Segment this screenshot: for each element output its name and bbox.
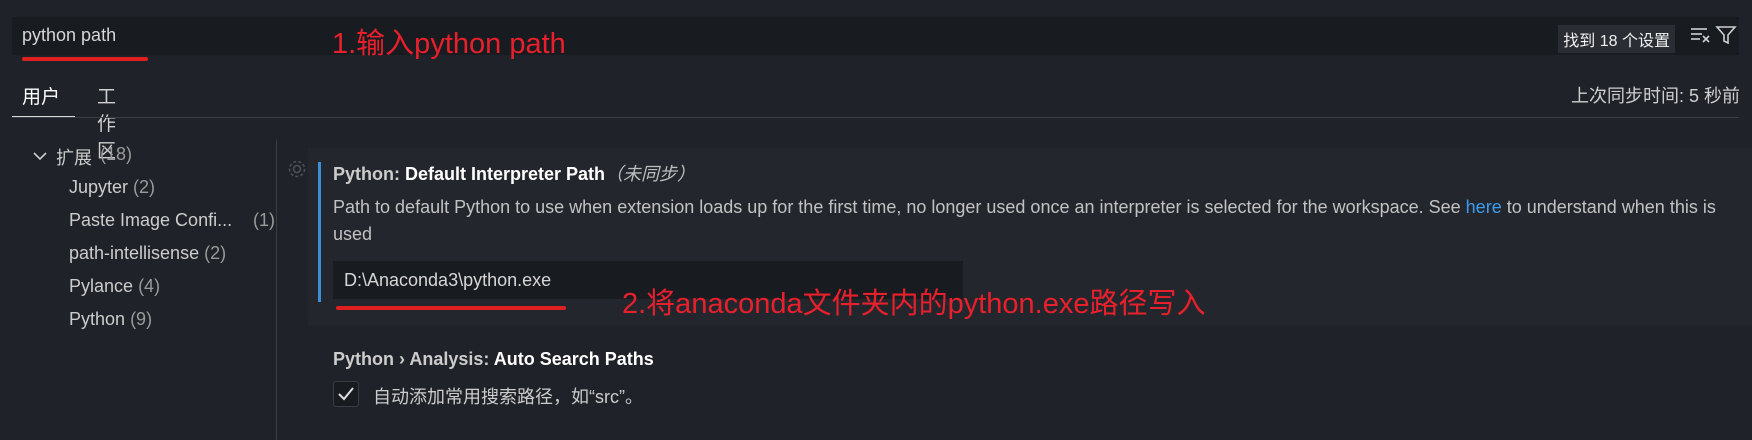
toc-item-paste-image[interactable]: Paste Image Confi... (1) xyxy=(69,210,275,231)
filter-icon[interactable] xyxy=(1715,24,1739,48)
tabs-divider xyxy=(12,117,1739,118)
clear-filter-icon[interactable] xyxy=(1689,24,1713,48)
annotation-step-2: 2.将anaconda文件夹内的python.exe路径写入 xyxy=(622,288,1206,320)
setting-name: Default Interpreter Path xyxy=(405,164,606,184)
sync-status: 上次同步时间: 5 秒前 xyxy=(1570,86,1740,106)
search-input[interactable]: python path xyxy=(22,25,116,46)
toc-item-label: Paste Image Confi... xyxy=(69,210,233,230)
sync-note: （未同步） xyxy=(605,164,696,184)
toc-item-count: (4) xyxy=(138,276,161,296)
result-count-badge: 找到 18 个设置 xyxy=(1558,25,1675,53)
annotation-underline-search xyxy=(22,57,148,61)
toc-item-count: (9) xyxy=(130,309,153,329)
search-bar[interactable]: python path 找到 18 个设置 xyxy=(12,17,1739,61)
setting-category: Python: xyxy=(333,164,405,184)
toc-group-count: (18) xyxy=(100,144,133,164)
toc-item-jupyter[interactable]: Jupyter (2) xyxy=(69,177,155,198)
setting-title: Python: Default Interpreter Path（未同步） xyxy=(333,160,695,186)
toc-divider xyxy=(276,140,277,440)
toc-item-pylance[interactable]: Pylance (4) xyxy=(69,276,160,297)
toc-item-count: (2) xyxy=(204,243,227,263)
here-link[interactable]: here xyxy=(1466,197,1502,217)
annotation-step-1: 1.输入python path xyxy=(332,28,566,60)
tab-workspace[interactable]: 工作区 xyxy=(87,80,126,162)
toc-item-count: (1) xyxy=(253,210,275,230)
focus-indicator xyxy=(318,162,321,302)
chevron-down-icon xyxy=(33,152,47,161)
toc-item-python[interactable]: Python (9) xyxy=(69,309,152,330)
setting-category: Python › Analysis: xyxy=(333,349,494,369)
setting-description: Path to default Python to use when exten… xyxy=(333,194,1733,248)
toc-item-path-intellisense[interactable]: path-intellisense (2) xyxy=(69,243,226,264)
checkbox-label: 自动添加常用搜索路径，如“src”。 xyxy=(373,387,643,407)
toc-group-label: 扩展 xyxy=(56,148,92,168)
toc-item-label: Python xyxy=(69,309,126,329)
toc-item-label: path-intellisense xyxy=(69,243,200,263)
toc-item-count: (2) xyxy=(133,177,156,197)
description-text: Path to default Python to use when exten… xyxy=(333,197,1466,217)
tab-user[interactable]: 用户 xyxy=(12,80,75,118)
auto-search-paths-checkbox[interactable] xyxy=(333,381,359,407)
setting-name: Auto Search Paths xyxy=(493,349,654,369)
annotation-underline-path xyxy=(336,306,566,310)
interpreter-path-value[interactable]: D:\Anaconda3\python.exe xyxy=(344,270,551,291)
toc-item-label: Pylance xyxy=(69,276,134,296)
toc-item-label: Jupyter xyxy=(69,177,129,197)
gear-icon[interactable] xyxy=(286,158,308,180)
setting-title-auto-search: Python › Analysis: Auto Search Paths xyxy=(333,349,654,370)
check-icon xyxy=(338,387,354,401)
